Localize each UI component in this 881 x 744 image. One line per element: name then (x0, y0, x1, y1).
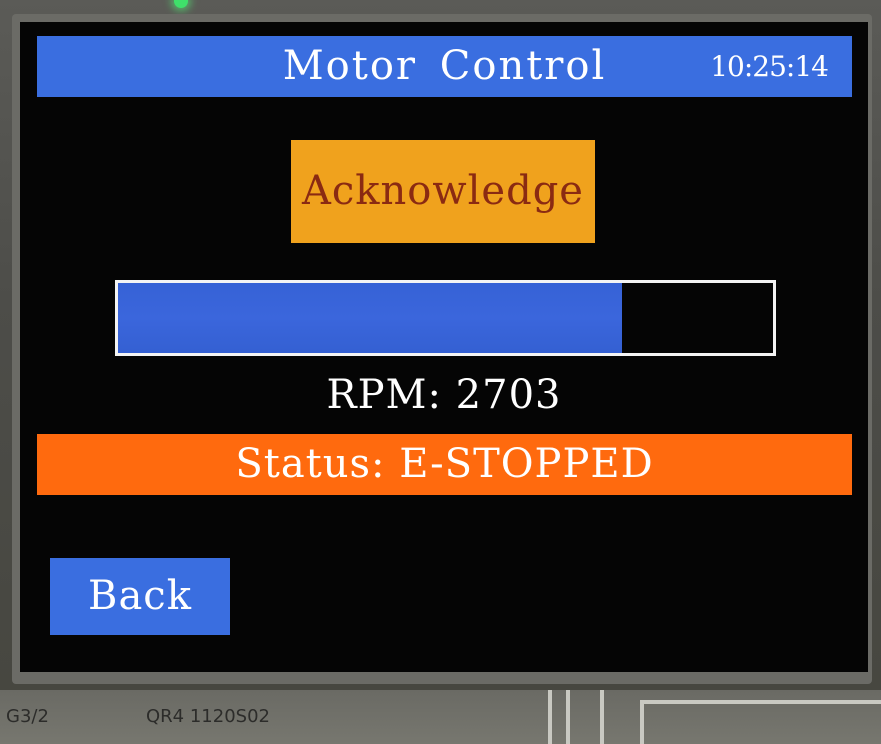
pcb-edge (0, 690, 881, 744)
status-text: Status: E-STOPPED (235, 441, 654, 487)
rpm-progress-bar (115, 280, 776, 356)
back-button[interactable]: Back (50, 558, 230, 635)
status-bar: Status: E-STOPPED (37, 434, 852, 495)
acknowledge-button[interactable]: Acknowledge (291, 140, 595, 243)
hmi-device: Motor Control 10:25:14 Acknowledge RPM: … (0, 0, 881, 744)
pcb-trace (566, 690, 570, 744)
silkscreen-label-left: G3/2 (6, 706, 49, 727)
pcb-trace (640, 700, 644, 744)
touch-screen: Motor Control 10:25:14 Acknowledge RPM: … (20, 22, 868, 672)
back-button-label: Back (88, 573, 192, 619)
power-led-indicator (174, 0, 188, 8)
rpm-readout: RPM: 2703 (326, 372, 562, 418)
rpm-progress-fill (118, 283, 623, 353)
title-bar: Motor Control 10:25:14 (37, 36, 852, 97)
silkscreen-label-center: QR4 1120S02 (146, 706, 270, 727)
pcb-trace (548, 690, 552, 744)
pcb-trace (640, 700, 881, 704)
pcb-trace (600, 690, 604, 744)
clock-display: 10:25:14 (710, 50, 829, 83)
acknowledge-button-label: Acknowledge (302, 168, 584, 214)
